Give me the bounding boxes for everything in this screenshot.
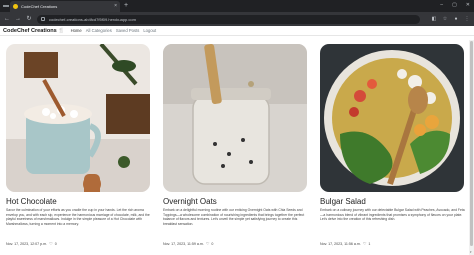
cutlery-icon: 🍴 [58,27,65,34]
browser-toolbar: ← → ↻ codechef-creations-ab4fcd7f5f09.he… [0,12,474,26]
post-meta: Nov. 17, 2023, 12:07 p.m. ♡ 0 [6,241,57,246]
like-count: 0 [211,241,214,246]
nav-all-categories-link[interactable]: All Categories [86,28,112,33]
favicon-icon [13,4,18,9]
nav-logout-link[interactable]: Logout [143,28,156,33]
reload-icon[interactable]: ↻ [26,16,32,22]
scroll-down-icon[interactable]: ▾ [470,251,473,254]
browser-menu-icon[interactable]: ⋮ [464,16,470,22]
post-title[interactable]: Bulgar Salad [320,197,366,206]
post-title[interactable]: Overnight Oats [163,197,217,206]
heart-icon[interactable]: ♡ [49,241,53,246]
site-navbar: CodeChef Creations 🍴 Home All Categories… [0,26,474,36]
url-text: codechef-creations-ab4fcd7f5f09.herokuap… [49,16,136,22]
post-description: Savor the culmination of your efforts as… [6,208,150,226]
sidepanel-icon[interactable]: ◧ [431,16,437,22]
scrollbar-thumb[interactable] [470,41,473,246]
post-date: Nov. 17, 2023, 11:56 a.m. [320,241,361,246]
address-bar[interactable]: codechef-creations-ab4fcd7f5f09.herokuap… [37,14,420,24]
brand-logo[interactable]: CodeChef Creations 🍴 [3,28,65,34]
like-count: 0 [54,241,57,246]
forward-icon[interactable]: → [15,16,21,22]
post-description: Embark on a delightful morning routine w… [163,208,305,226]
post-title[interactable]: Hot Chocolate [6,197,57,206]
post-card[interactable]: Hot Chocolate Savor the culmination of y… [6,44,150,246]
overnight-oats-photo[interactable] [163,44,307,192]
minimize-button[interactable]: – [440,2,443,9]
post-date: Nov. 17, 2023, 11:59 a.m. [163,241,204,246]
profile-icon[interactable]: ● [453,16,459,22]
tab-title: CodeChef Creations [21,4,58,9]
bulgar-salad-photo[interactable] [320,44,464,192]
post-card[interactable]: Bulgar Salad Embark on a culinary journe… [320,44,465,246]
post-description: Embark on a culinary journey with our de… [320,208,465,222]
post-list: Hot Chocolate Savor the culmination of y… [0,40,474,255]
tab-close-icon[interactable]: × [114,4,117,9]
post-date: Nov. 17, 2023, 12:07 p.m. [6,241,48,246]
browser-tab-active[interactable]: CodeChef Creations × [10,1,120,12]
new-tab-button[interactable]: + [124,1,128,11]
heart-icon[interactable]: ♡ [363,241,367,246]
nav-home-link[interactable]: Home [71,28,82,33]
hot-chocolate-photo[interactable] [6,44,150,192]
site-info-icon[interactable] [41,17,45,21]
post-meta: Nov. 17, 2023, 11:56 a.m. ♡ 1 [320,241,370,246]
nav-saved-posts-link[interactable]: Saved Posts [116,28,140,33]
close-window-button[interactable]: ✕ [466,2,470,9]
back-icon[interactable]: ← [4,16,10,22]
maximize-button[interactable]: ▢ [452,2,457,9]
browser-tab-strip: CodeChef Creations × + – ▢ ✕ [0,0,474,12]
bookmark-star-icon[interactable]: ☆ [442,16,448,22]
heart-icon[interactable]: ♡ [206,241,210,246]
post-meta: Nov. 17, 2023, 11:59 a.m. ♡ 0 [163,241,213,246]
tab-search-icon[interactable] [3,3,9,9]
like-count: 1 [368,241,371,246]
post-card[interactable]: Overnight Oats Embark on a delightful mo… [163,44,307,246]
